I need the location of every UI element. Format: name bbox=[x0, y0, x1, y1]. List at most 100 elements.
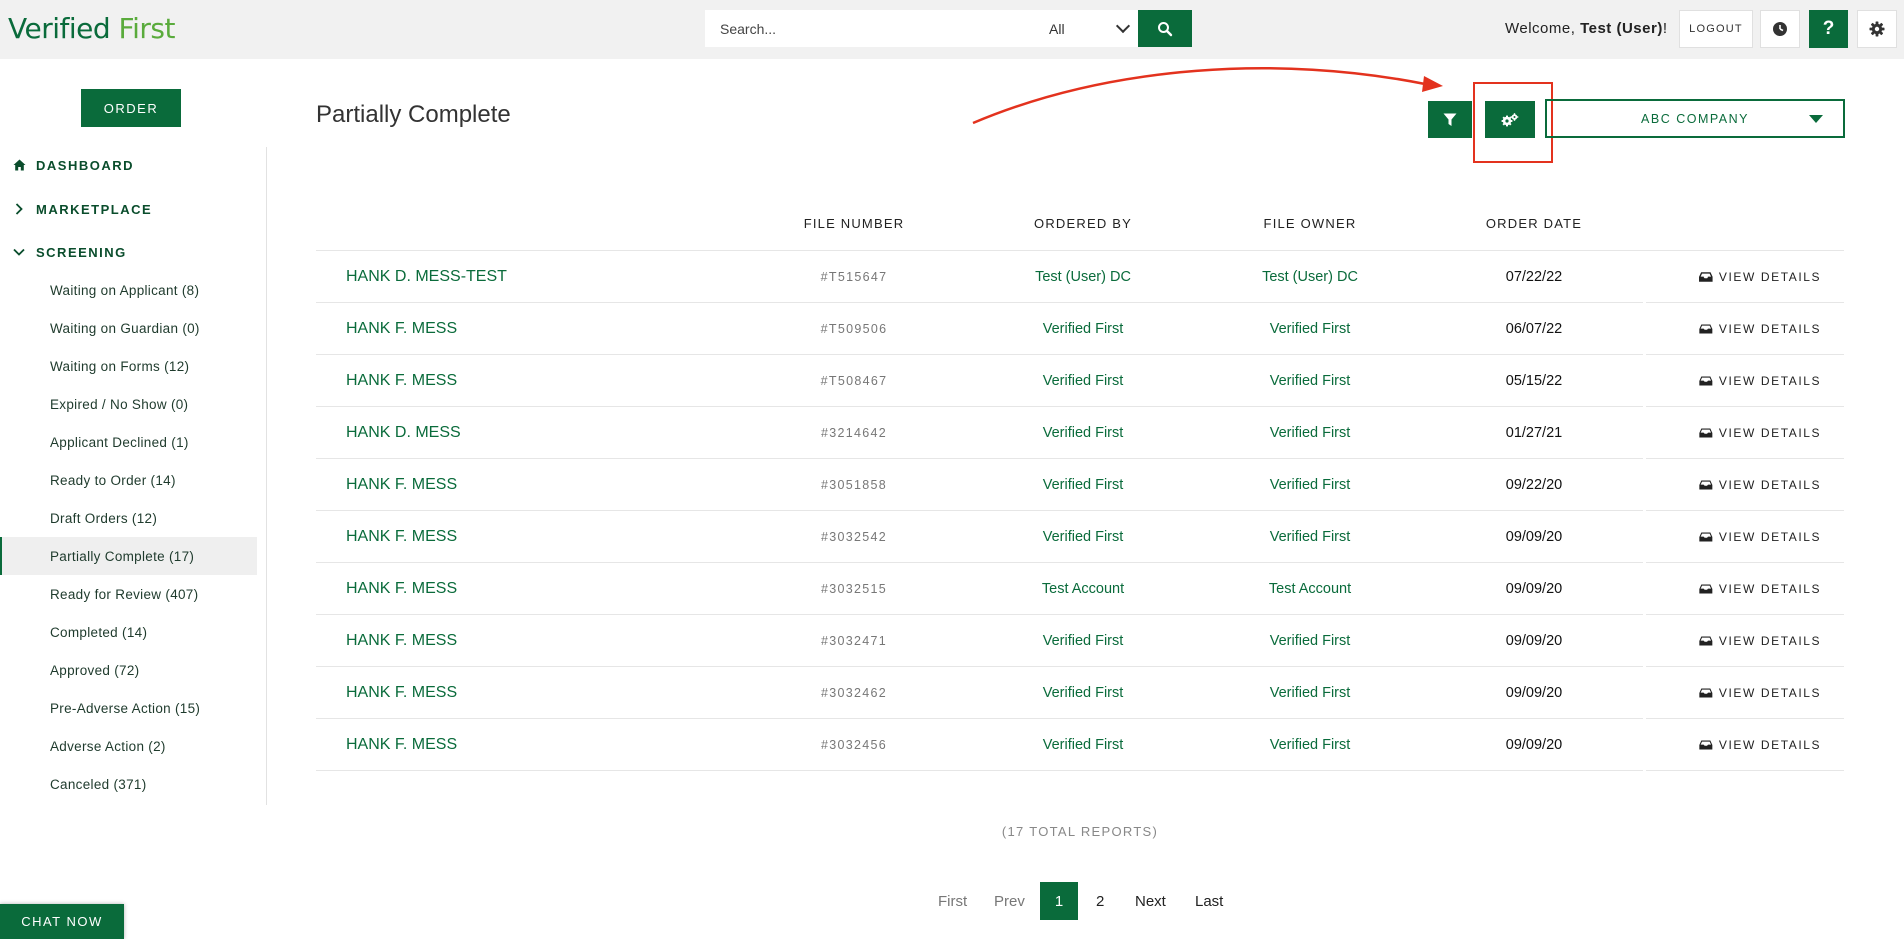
sidebar-item-ready-to-order[interactable]: Ready to Order (14) bbox=[0, 461, 257, 499]
view-details-label: VIEW DETAILS bbox=[1718, 321, 1822, 336]
sidebar-item-expired-no-show[interactable]: Expired / No Show (0) bbox=[0, 385, 257, 423]
ordered-by-link[interactable]: Verified First bbox=[1043, 425, 1124, 441]
settings-button[interactable] bbox=[1857, 10, 1897, 48]
applicant-name-link[interactable]: HANK D. MESS-TEST bbox=[346, 268, 507, 286]
pagination-last[interactable]: Last bbox=[1195, 882, 1223, 920]
filter-icon bbox=[1443, 113, 1457, 126]
verified-first-logo[interactable]: Verified First bbox=[8, 12, 175, 45]
order-date: 09/09/20 bbox=[1505, 684, 1563, 701]
ordered-by-link[interactable]: Verified First bbox=[1043, 737, 1124, 753]
view-details-label: VIEW DETAILS bbox=[1718, 737, 1822, 752]
file-owner-link[interactable]: Verified First bbox=[1270, 373, 1351, 389]
file-owner-link[interactable]: Verified First bbox=[1270, 685, 1351, 701]
view-details-link[interactable]: VIEW DETAILS bbox=[1699, 270, 1821, 284]
inbox-icon bbox=[1699, 740, 1713, 749]
column-header-file-number[interactable]: FILE NUMBER bbox=[804, 216, 905, 231]
file-number: #T508467 bbox=[820, 373, 888, 388]
sidebar-item-pre-adverse-action[interactable]: Pre-Adverse Action (15) bbox=[0, 689, 257, 727]
ordered-by-link[interactable]: Verified First bbox=[1043, 529, 1124, 545]
table-row: HANK F. MESS #3032471 Verified First Ver… bbox=[316, 615, 1844, 667]
ordered-by-link[interactable]: Test (User) DC bbox=[1035, 269, 1131, 285]
view-details-link[interactable]: VIEW DETAILS bbox=[1699, 374, 1821, 388]
column-separator bbox=[1643, 303, 1646, 355]
column-header-order-date[interactable]: ORDER DATE bbox=[1486, 216, 1582, 231]
view-details-link[interactable]: VIEW DETAILS bbox=[1699, 426, 1821, 440]
file-owner-link[interactable]: Verified First bbox=[1270, 633, 1351, 649]
view-details-label: VIEW DETAILS bbox=[1718, 269, 1822, 284]
company-select[interactable]: ABC COMPANY bbox=[1545, 99, 1845, 138]
sidebar-item-waiting-on-forms[interactable]: Waiting on Forms (12) bbox=[0, 347, 257, 385]
column-header-file-owner[interactable]: FILE OWNER bbox=[1264, 216, 1357, 231]
top-header: Verified First All Welcome, Test (User)!… bbox=[0, 0, 1904, 59]
file-owner-link[interactable]: Verified First bbox=[1270, 425, 1351, 441]
table-row: HANK F. MESS #T508467 Verified First Ver… bbox=[316, 355, 1844, 407]
ordered-by-link[interactable]: Verified First bbox=[1043, 321, 1124, 337]
sidebar-item-marketplace[interactable]: MARKETPLACE bbox=[0, 199, 152, 219]
applicant-name-link[interactable]: HANK F. MESS bbox=[346, 372, 457, 390]
file-owner-link[interactable]: Verified First bbox=[1270, 477, 1351, 493]
help-button[interactable]: ? bbox=[1809, 10, 1848, 48]
search-input[interactable] bbox=[705, 10, 1035, 47]
applicant-name-link[interactable]: HANK F. MESS bbox=[346, 580, 457, 598]
view-details-link[interactable]: VIEW DETAILS bbox=[1699, 634, 1821, 648]
order-button[interactable]: ORDER bbox=[81, 89, 181, 127]
pagination: First Prev 1 2 Next Last bbox=[0, 882, 1904, 920]
table-row: HANK F. MESS #3032456 Verified First Ver… bbox=[316, 719, 1844, 771]
sidebar-item-ready-for-review[interactable]: Ready for Review (407) bbox=[0, 575, 257, 613]
order-date: 07/22/22 bbox=[1505, 268, 1563, 285]
file-owner-link[interactable]: Test Account bbox=[1269, 581, 1351, 597]
applicant-name-link[interactable]: HANK F. MESS bbox=[346, 476, 457, 494]
order-date: 09/09/20 bbox=[1505, 580, 1563, 597]
search-scope-select[interactable]: All bbox=[1035, 10, 1138, 47]
sidebar-item-dashboard[interactable]: DASHBOARD bbox=[0, 155, 134, 175]
column-separator bbox=[1643, 511, 1646, 563]
sidebar-item-canceled[interactable]: Canceled (371) bbox=[0, 765, 257, 803]
view-details-link[interactable]: VIEW DETAILS bbox=[1699, 478, 1821, 492]
file-number: #3032515 bbox=[820, 581, 888, 596]
view-details-link[interactable]: VIEW DETAILS bbox=[1699, 686, 1821, 700]
column-header-ordered-by[interactable]: ORDERED BY bbox=[1034, 216, 1132, 231]
sidebar-item-applicant-declined[interactable]: Applicant Declined (1) bbox=[0, 423, 257, 461]
pagination-prev[interactable]: Prev bbox=[994, 882, 1025, 920]
applicant-name-link[interactable]: HANK F. MESS bbox=[346, 736, 457, 754]
applicant-name-link[interactable]: HANK F. MESS bbox=[346, 684, 457, 702]
ordered-by-link[interactable]: Verified First bbox=[1043, 633, 1124, 649]
view-details-label: VIEW DETAILS bbox=[1718, 581, 1822, 596]
sidebar-item-waiting-on-guardian[interactable]: Waiting on Guardian (0) bbox=[0, 309, 257, 347]
pagination-first[interactable]: First bbox=[938, 882, 967, 920]
sidebar-item-waiting-on-applicant[interactable]: Waiting on Applicant (8) bbox=[0, 271, 257, 309]
view-details-link[interactable]: VIEW DETAILS bbox=[1699, 322, 1821, 336]
filter-button[interactable] bbox=[1428, 101, 1472, 138]
ordered-by-link[interactable]: Verified First bbox=[1043, 477, 1124, 493]
sidebar-item-draft-orders[interactable]: Draft Orders (12) bbox=[0, 499, 257, 537]
view-details-link[interactable]: VIEW DETAILS bbox=[1699, 530, 1821, 544]
chat-now-button[interactable]: CHAT NOW bbox=[0, 904, 124, 939]
search-button[interactable] bbox=[1138, 10, 1192, 47]
sidebar-item-approved[interactable]: Approved (72) bbox=[0, 651, 257, 689]
sidebar-item-completed[interactable]: Completed (14) bbox=[0, 613, 257, 651]
view-details-link[interactable]: VIEW DETAILS bbox=[1699, 582, 1821, 596]
inbox-icon bbox=[1699, 376, 1713, 385]
sidebar-item-partially-complete[interactable]: Partially Complete (17) bbox=[0, 537, 257, 575]
applicant-name-link[interactable]: HANK F. MESS bbox=[346, 632, 457, 650]
pagination-next[interactable]: Next bbox=[1135, 882, 1166, 920]
applicant-name-link[interactable]: HANK D. MESS bbox=[346, 424, 461, 442]
sidebar-item-adverse-action[interactable]: Adverse Action (2) bbox=[0, 727, 257, 765]
history-button[interactable] bbox=[1760, 10, 1800, 48]
file-owner-link[interactable]: Test (User) DC bbox=[1262, 269, 1358, 285]
applicant-name-link[interactable]: HANK F. MESS bbox=[346, 528, 457, 546]
file-owner-link[interactable]: Verified First bbox=[1270, 529, 1351, 545]
column-separator bbox=[1643, 563, 1646, 615]
file-owner-link[interactable]: Verified First bbox=[1270, 321, 1351, 337]
file-owner-link[interactable]: Verified First bbox=[1270, 737, 1351, 753]
ordered-by-link[interactable]: Test Account bbox=[1042, 581, 1124, 597]
applicant-name-link[interactable]: HANK F. MESS bbox=[346, 320, 457, 338]
sidebar-item-screening[interactable]: SCREENING bbox=[0, 242, 127, 262]
inbox-icon bbox=[1699, 688, 1713, 697]
ordered-by-link[interactable]: Verified First bbox=[1043, 373, 1124, 389]
pagination-page-2[interactable]: 2 bbox=[1096, 882, 1104, 920]
ordered-by-link[interactable]: Verified First bbox=[1043, 685, 1124, 701]
logout-button[interactable]: LOGOUT bbox=[1679, 10, 1753, 48]
view-details-link[interactable]: VIEW DETAILS bbox=[1699, 738, 1821, 752]
pagination-page-1[interactable]: 1 bbox=[1040, 882, 1078, 920]
